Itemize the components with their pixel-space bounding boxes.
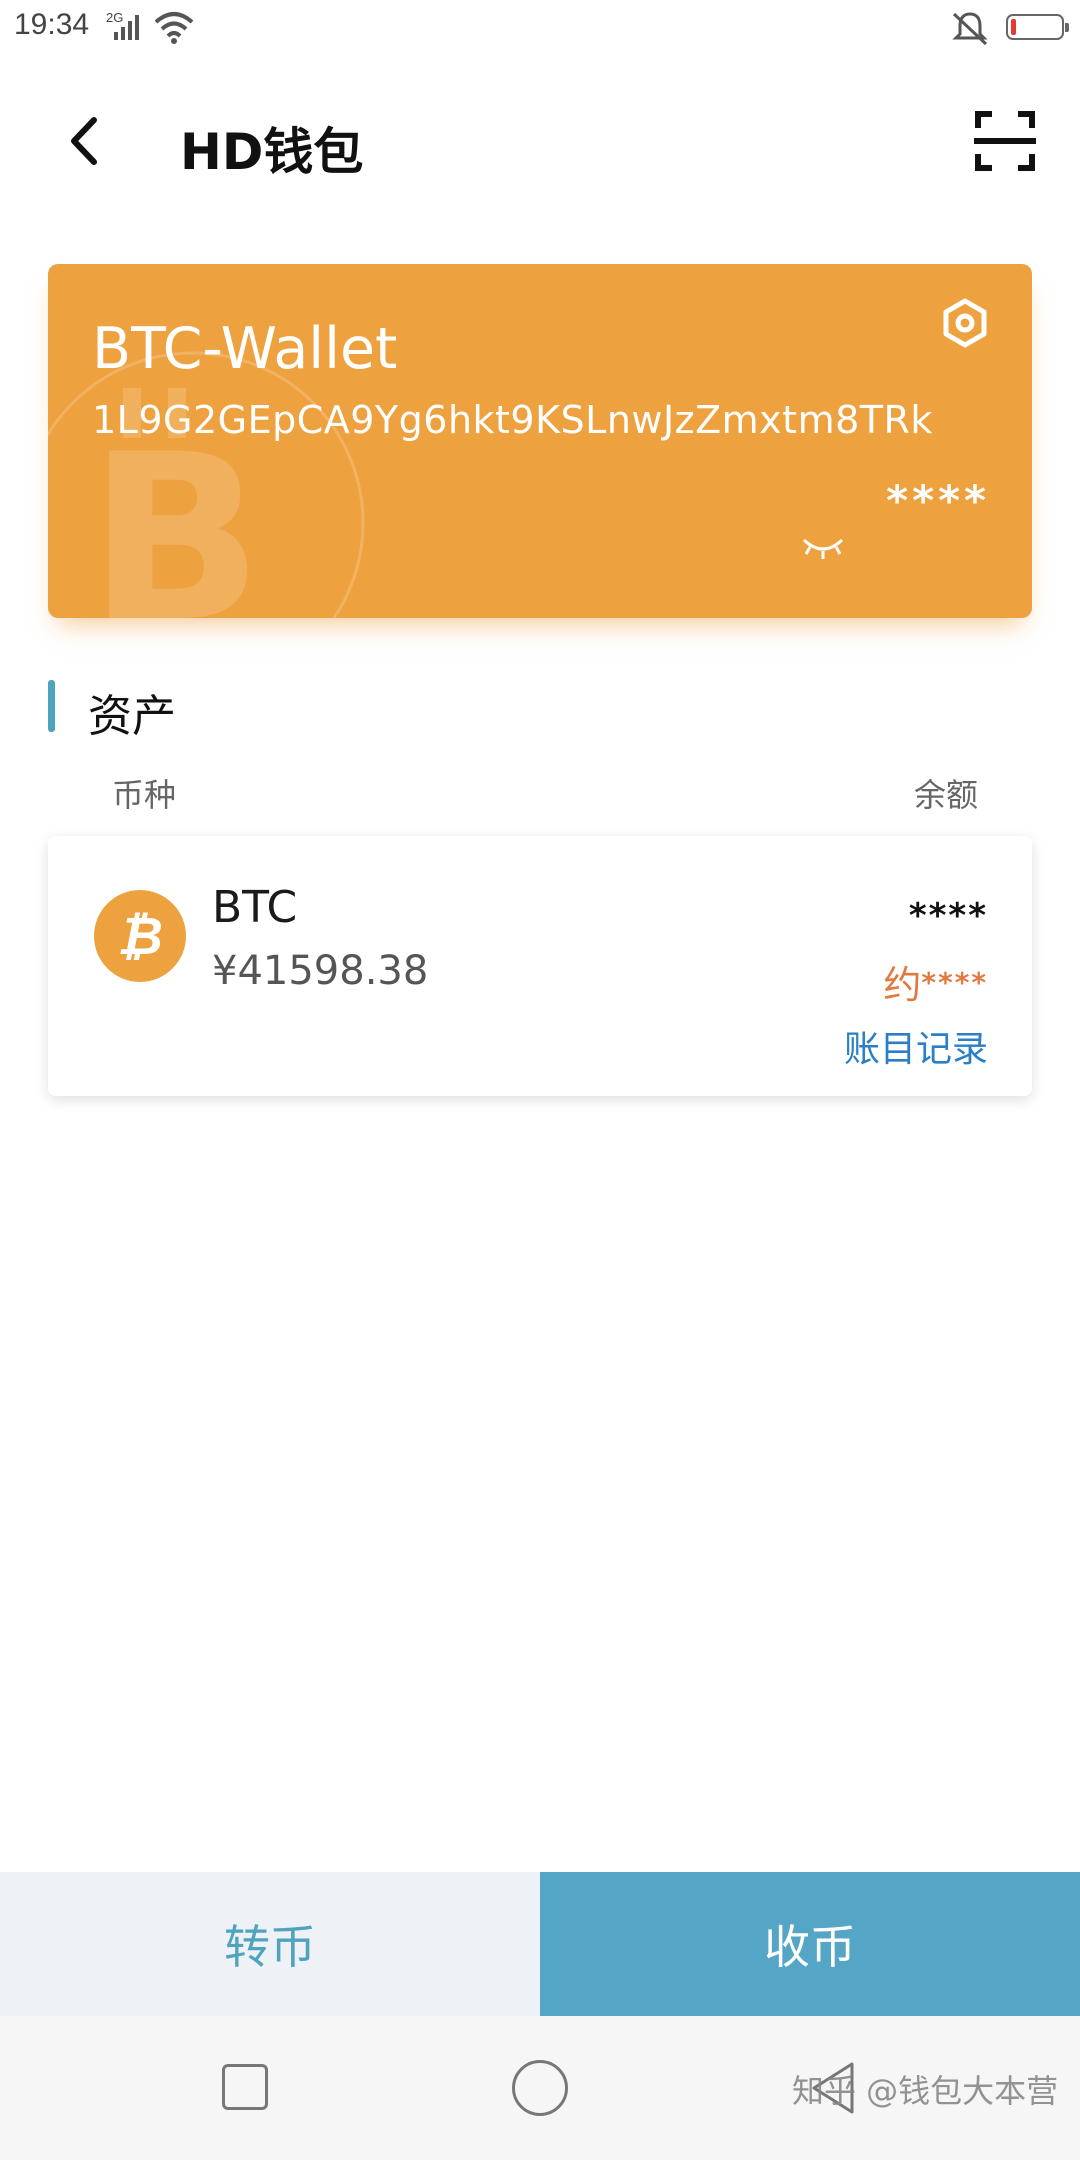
action-bar: 转币 收币 (0, 1872, 1080, 2016)
coin-fiat-value: ¥41598.38 (212, 948, 429, 994)
section-accent-bar (48, 680, 55, 732)
signal-icon (114, 15, 139, 40)
wifi-icon (154, 12, 194, 44)
wallet-balance-masked: **** (886, 476, 990, 525)
wallet-card[interactable]: B BTC-Wallet 1L9G2GEpCA9Yg6hkt9KSLnwJzZm… (48, 264, 1032, 618)
battery-icon (1006, 14, 1069, 40)
column-header-balance: 余额 (913, 776, 978, 814)
records-link[interactable]: 账目记录 (844, 1020, 988, 1072)
bitcoin-watermark-icon: B (48, 351, 365, 618)
watermark-text: 知乎 @钱包大本营 (792, 2072, 1059, 2110)
home-icon[interactable] (512, 2060, 568, 2116)
hexagon-settings-icon[interactable] (940, 298, 990, 348)
send-button[interactable]: 转币 (0, 1872, 540, 2016)
bell-off-icon (952, 12, 988, 46)
approx-value-masked: **** (921, 966, 988, 999)
eye-closed-icon[interactable] (800, 534, 846, 564)
receive-button[interactable]: 收币 (540, 1872, 1080, 2016)
system-nav-bar: 知乎 @钱包大本营 (0, 2016, 1080, 2160)
scan-icon[interactable] (974, 110, 1036, 172)
header: HD钱包 (0, 80, 1080, 200)
svg-text:₿: ₿ (117, 907, 163, 967)
status-bar: 19:34 2G (0, 0, 1080, 56)
wallet-address[interactable]: 1L9G2GEpCA9Yg6hkt9KSLnwJzZmxtm8TRk (92, 398, 933, 442)
assets-section-title: 资产 (88, 691, 176, 742)
column-header-currency: 币种 (112, 776, 177, 814)
bitcoin-icon: ₿ (94, 890, 186, 982)
asset-row-btc[interactable]: ₿ BTC ¥41598.38 **** 约**** 账目记录 (48, 836, 1032, 1096)
coin-symbol: BTC (212, 882, 298, 933)
approx-label: 约 (883, 963, 922, 1007)
page-title: HD钱包 (180, 123, 364, 181)
coin-approx: 约**** (883, 954, 988, 1009)
coin-amount-masked: **** (908, 896, 988, 936)
recent-apps-icon[interactable] (222, 2064, 268, 2110)
status-time: 19:34 (14, 8, 90, 41)
chevron-left-icon[interactable] (60, 106, 110, 176)
wallet-name: BTC-Wallet (92, 316, 398, 382)
